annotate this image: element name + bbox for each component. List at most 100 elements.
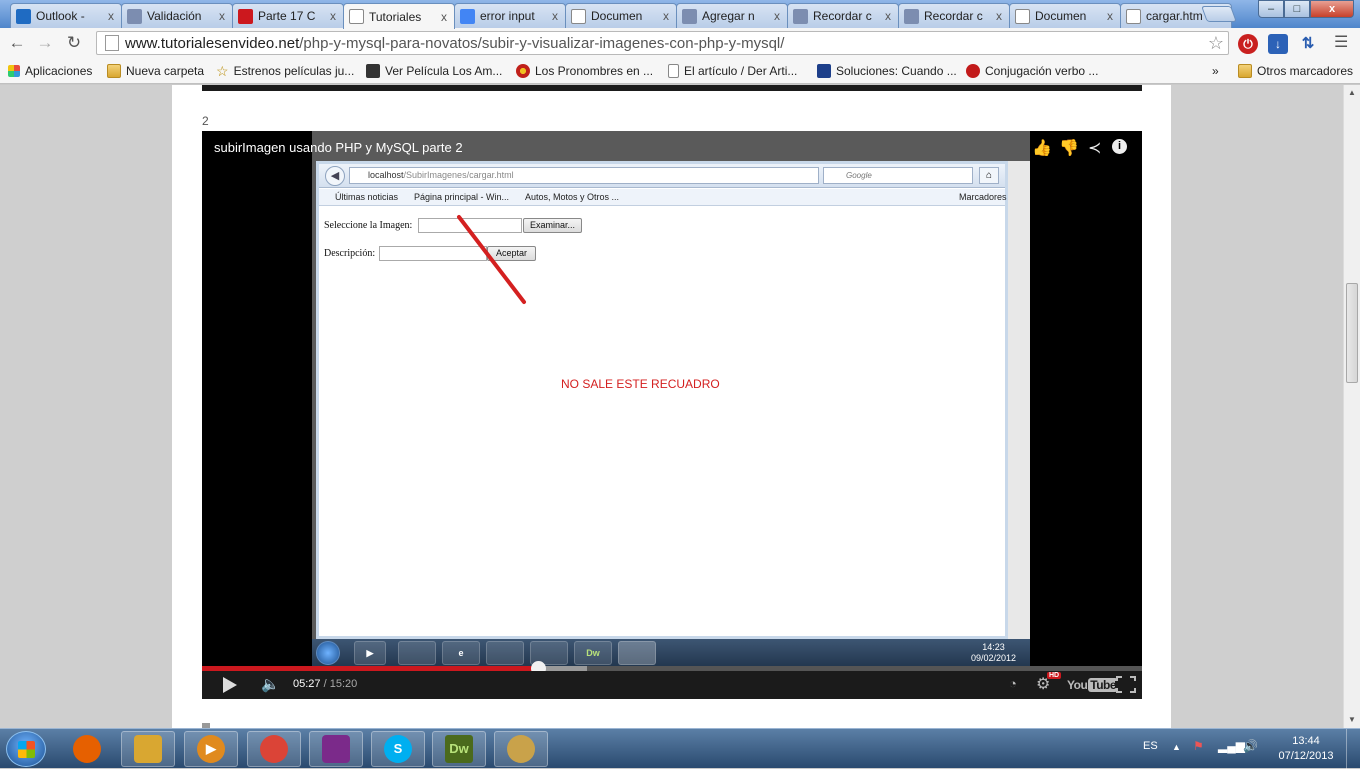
forward-button[interactable]: → [34,33,56,53]
bookmarks-overflow-button[interactable]: » [1212,62,1219,80]
scroll-thumb[interactable] [1346,283,1358,383]
video-title[interactable]: subirImagen usando PHP y MySQL parte 2 [214,140,463,155]
taskbar-app[interactable]: Dw [432,731,486,767]
tray-expand-icon[interactable]: ▲ [1172,742,1181,752]
tray-flag-icon[interactable]: ⚑ [1193,739,1204,753]
address-bar[interactable]: www.tutorialesenvideo.net/php-y-mysql-pa… [96,31,1229,55]
taskbar-app[interactable]: S [371,731,425,767]
volume-icon[interactable]: 🔈 [261,675,280,693]
taskbar-app[interactable] [494,731,548,767]
page-scrollbar[interactable]: ▲ ▼ [1343,85,1360,728]
adblock-icon[interactable]: ⏻ [1238,34,1258,54]
tab-close-icon[interactable]: x [993,9,1005,23]
tab[interactable]: Documen x [1009,3,1121,28]
download-extension-icon[interactable]: ↓ [1268,34,1288,54]
reload-icon: ↻ [66,33,82,52]
fullscreen-icon[interactable] [1115,675,1137,694]
tab-close-icon[interactable]: x [660,9,672,23]
bookmark-item[interactable]: Ver Película Los Am... [366,62,502,80]
translate-extension-icon[interactable]: ⇅ [1298,34,1318,54]
bookmark-label: Aplicaciones [25,64,93,78]
winrar-icon [322,735,350,763]
recorded-navbar: ◀ localhost/SubirImagenes/cargar.html Go… [319,164,1005,188]
taskbar-app[interactable] [309,731,363,767]
tab[interactable]: Recordar c x [787,3,899,28]
info-icon[interactable]: i [1112,139,1127,154]
back-button[interactable]: ← [6,33,28,53]
recorded-bookmark: Página principal - Win... [414,192,510,202]
recorded-firefox-icon [618,641,656,665]
tab-close-icon[interactable]: x [216,9,228,23]
tab-close-icon[interactable]: x [771,9,783,23]
maximize-button[interactable]: □ [1284,0,1310,18]
bookmark-item[interactable]: ☆ Estrenos películas ju... [216,62,354,80]
tab[interactable]: Documen x [565,3,677,28]
play-icon[interactable] [223,677,237,693]
video-frame[interactable]: ◀ localhost/SubirImagenes/cargar.html Go… [312,131,1030,667]
bookmarks-bar: Aplicaciones Nueva carpeta ☆ Estrenos pe… [0,58,1360,84]
recorded-ie-icon: e [442,641,480,665]
bookmark-item[interactable]: El artículo / Der Arti... [668,62,797,80]
recorded-firefox-window: ◀ localhost/SubirImagenes/cargar.html Go… [316,161,1008,639]
scroll-up-arrow-icon[interactable]: ▲ [1344,85,1360,101]
watch-later-icon[interactable]: ◔ [1009,676,1017,691]
player-controls: 🔈 05:27 / 15:20 ◔ ⚙ HD You Tube [202,671,1142,699]
dislike-icon[interactable]: 👎 [1059,138,1079,158]
youtube-icon [238,8,253,24]
tab[interactable]: Agregar n x [676,3,788,28]
language-indicator[interactable]: ES [1143,740,1158,752]
bookmark-folder[interactable]: Nueva carpeta [107,62,204,80]
tab[interactable]: Parte 17 C x [232,3,344,28]
like-icon[interactable]: 👍 [1032,138,1052,158]
bookmark-apps[interactable]: Aplicaciones [8,62,92,80]
new-tab-button[interactable] [1201,6,1237,22]
scroll-down-arrow-icon[interactable]: ▼ [1344,712,1360,728]
tab-label: Recordar c [924,9,983,23]
youtube-player[interactable]: ◀ localhost/SubirImagenes/cargar.html Go… [202,131,1142,699]
tab[interactable]: Outlook - x [10,3,122,28]
bookmark-item[interactable]: Soluciones: Cuando ... [817,62,957,80]
logo-you: You [1067,678,1088,692]
clock-date: 07/12/2013 [1278,750,1334,762]
taskbar-app[interactable]: ▶ [184,731,238,767]
tab[interactable]: error input x [454,3,566,28]
chrome-menu-icon[interactable]: ☰ [1334,35,1350,51]
tab[interactable]: Tutoriales x [343,3,455,29]
system-clock[interactable]: 13:44 07/12/2013 [1276,734,1336,764]
arrow-left-icon: ← [8,33,26,52]
recorded-url-path: /SubirImagenes/cargar.html [403,170,514,180]
tab-label: error input [480,9,535,23]
previous-video-bottom [202,85,1142,91]
tab-close-icon[interactable]: x [1104,9,1116,23]
tab[interactable]: Validación x [121,3,233,28]
show-desktop-button[interactable] [1346,729,1360,769]
recorded-app-icon [486,641,524,665]
bookmark-star-icon[interactable]: ☆ [1208,33,1224,54]
close-window-button[interactable]: x [1310,0,1354,18]
other-bookmarks[interactable]: Otros marcadores [1238,62,1353,80]
start-button[interactable] [6,731,46,767]
taskbar-app[interactable] [121,731,175,767]
tab-close-icon[interactable]: x [105,9,117,23]
bookmark-label: El artículo / Der Arti... [684,64,798,78]
tab-close-icon[interactable]: x [327,9,339,23]
taskbar-app[interactable] [247,731,301,767]
recorded-bookmark: Autos, Motos y Otros ... [525,192,620,202]
reload-button[interactable]: ↻ [63,33,85,53]
recorded-taskbar: ▶ e Dw 14:23 09/02/2012 [312,639,1030,667]
tab[interactable]: Recordar c x [898,3,1010,28]
bookmark-label: Soluciones: Cuando ... [836,64,957,78]
tab-close-icon[interactable]: x [549,9,561,23]
bookmark-item[interactable]: Los Pronombres en ... [516,62,653,80]
taskbar-app[interactable] [60,731,114,767]
youtube-logo[interactable]: You Tube [1067,678,1119,692]
bookmark-item[interactable]: Conjugación verbo ... [966,62,1098,80]
share-icon[interactable]: ≺ [1088,138,1101,158]
speaker-icon[interactable]: 🔊 [1243,739,1258,753]
tab-close-icon[interactable]: x [882,9,894,23]
minimize-button[interactable]: – [1258,0,1284,18]
recorded-home-icon: ⌂ [979,167,999,184]
tab-close-icon[interactable]: x [438,10,450,24]
file-explorer-icon [134,735,162,763]
network-icon[interactable]: ▂▄▆ [1218,739,1245,753]
